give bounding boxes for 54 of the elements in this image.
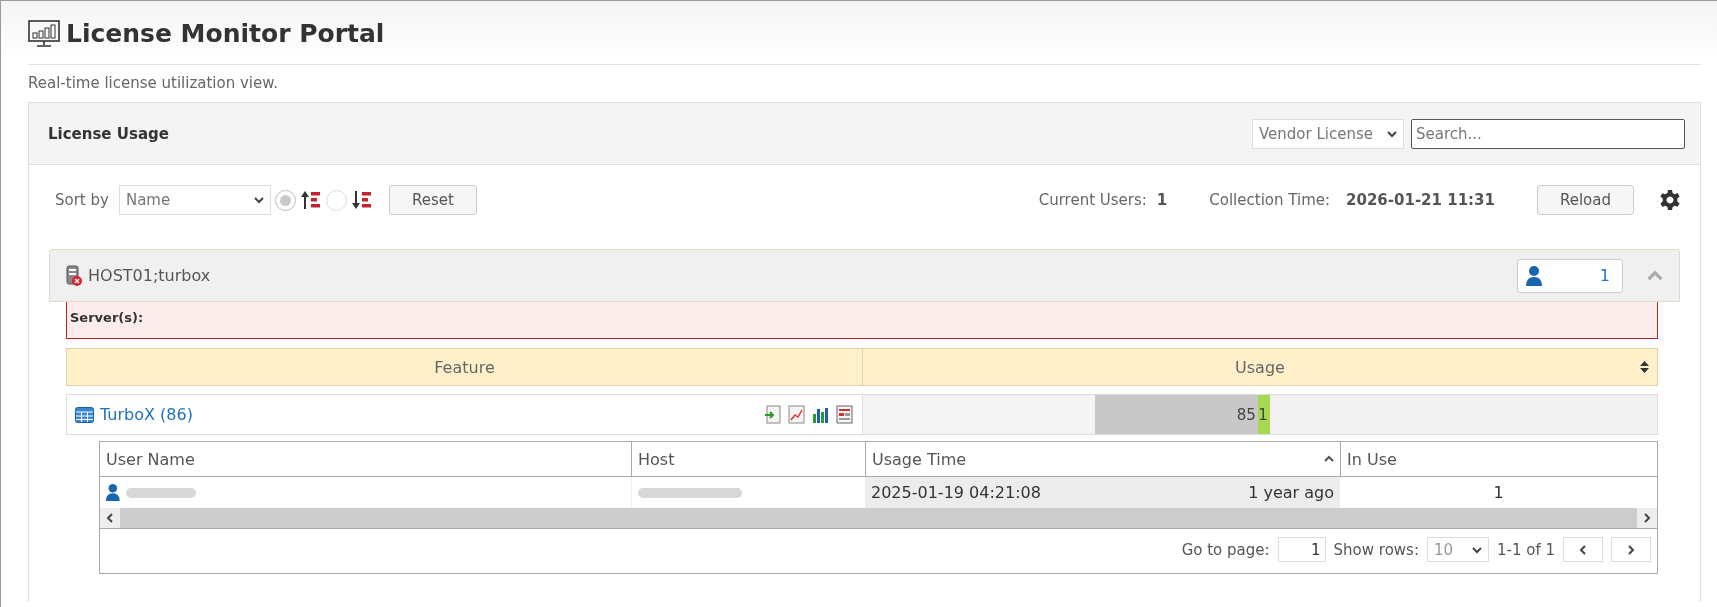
previous-page-button[interactable] (1563, 537, 1603, 562)
sort-by-label: Sort by (55, 191, 109, 209)
user-icon (106, 484, 120, 501)
usage-age: 1 year ago (1248, 483, 1334, 502)
host-group-header[interactable]: HOST01;turbox 1 (49, 249, 1680, 302)
sort-icon (1640, 361, 1649, 373)
reset-button[interactable]: Reset (388, 185, 477, 215)
page-range: 1-1 of 1 (1496, 540, 1555, 559)
caret-icon (253, 195, 264, 205)
search-field[interactable]: Search... (1411, 118, 1685, 149)
sort-radio[interactable] (325, 189, 347, 211)
servers-message: Server(s): (66, 302, 1658, 339)
sort-radio[interactable] (274, 189, 296, 211)
next-icon (1626, 544, 1636, 555)
page-input[interactable]: 1 (1277, 537, 1326, 562)
reload-button[interactable]: Reload (1536, 185, 1634, 215)
settings-icon[interactable] (1660, 190, 1680, 210)
monitor-chart-icon (28, 19, 60, 48)
usage-bar-segment: 85 (1094, 395, 1258, 434)
column-header[interactable]: Usage (862, 349, 1657, 385)
sort-up-icon (1324, 454, 1334, 464)
user-count-badge[interactable]: 1 (1517, 258, 1623, 293)
feature-link[interactable]: TurboX (86) (100, 405, 758, 424)
caret-icon (1387, 128, 1397, 139)
panel-title: License Usage (48, 124, 170, 143)
line-chart-icon[interactable] (788, 405, 806, 424)
sort-ascending-icon[interactable] (299, 190, 322, 210)
horizontal-scrollbar[interactable] (100, 508, 1657, 528)
server-error-icon (66, 264, 82, 287)
user-icon (1526, 265, 1542, 286)
show-rows-label: Show rows: (1333, 540, 1419, 559)
scroll-right-icon (1642, 513, 1652, 523)
table-icon (75, 406, 94, 423)
collection-time-label: Collection Time: (1209, 191, 1331, 209)
redacted-user-name (125, 487, 196, 498)
next-page-button[interactable] (1611, 537, 1651, 562)
previous-icon (1578, 544, 1588, 555)
go-to-page-label: Go to page: (1181, 540, 1270, 559)
vendor-license-select[interactable]: Vendor License (1252, 118, 1404, 149)
export-icon[interactable] (764, 405, 782, 424)
page-subtitle: Real-time license utilization view. (28, 73, 279, 94)
collection-time-value: 2026-01-21 11:31 (1346, 191, 1495, 209)
report-icon[interactable] (836, 405, 854, 424)
caret-icon (1471, 544, 1482, 555)
current-users-label: Current Users: (1038, 191, 1147, 209)
sort-select[interactable]: Name (118, 185, 271, 215)
usage-time: 2025-01-19 04:21:08 (871, 483, 1041, 502)
page-title: License Monitor Portal (66, 19, 385, 48)
current-users-value: 1 (1156, 191, 1168, 209)
bar-chart-icon[interactable] (812, 405, 830, 424)
sort-descending-icon[interactable] (350, 190, 373, 210)
column-header[interactable]: Feature (67, 349, 862, 385)
host-group-title: HOST01;turbox (88, 266, 212, 285)
scroll-left-icon (105, 513, 115, 523)
